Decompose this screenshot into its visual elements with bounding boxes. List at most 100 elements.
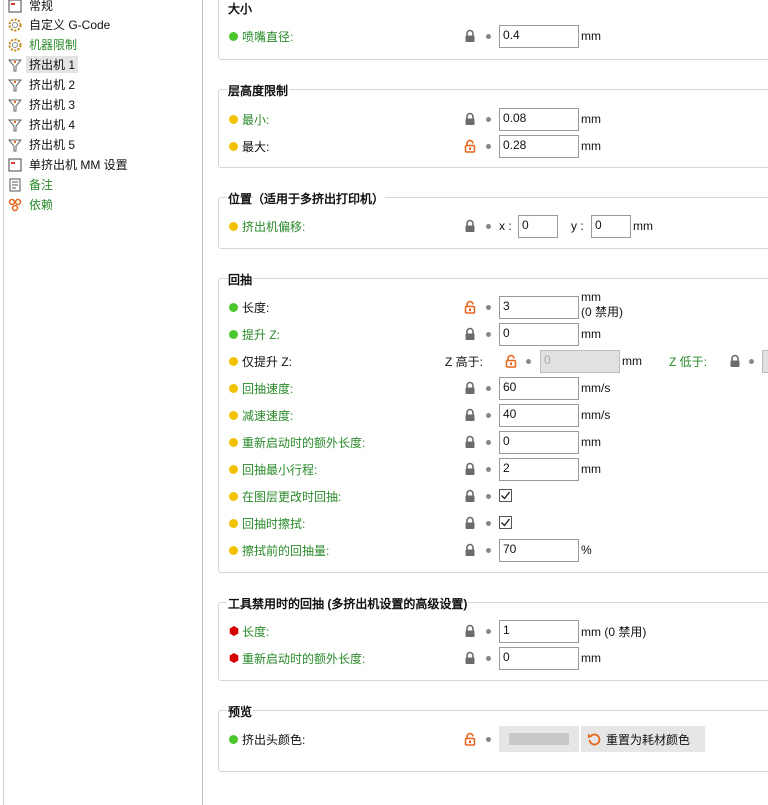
lock-closed-icon[interactable] [463, 624, 477, 638]
undo-arrow-icon [588, 733, 601, 746]
z-above-label: Z 高于: [445, 354, 483, 369]
lock-closed-icon[interactable] [463, 29, 477, 43]
tree-item-machine-limits[interactable]: 机器限制 [7, 35, 77, 54]
user-value-dot [229, 114, 238, 124]
min-travel-input[interactable]: 2 [499, 458, 579, 481]
restart-extra-input[interactable]: 0 [499, 431, 579, 454]
retract-length-input[interactable]: 3 [499, 296, 579, 319]
restart-extra-label: 重新启动时的额外长度: [242, 435, 366, 450]
user-value-dot [229, 491, 238, 501]
bullet-icon [486, 34, 491, 39]
bullet-icon [486, 494, 491, 499]
retract-layer-change-checkbox[interactable] [499, 489, 512, 502]
printer-icon [7, 0, 23, 14]
retract-speed-row: 回抽速度: 60 mm/s [219, 376, 768, 400]
extruder-icon [7, 97, 23, 113]
deretract-speed-input[interactable]: 40 [499, 404, 579, 427]
lock-closed-icon[interactable] [463, 112, 477, 126]
retract-length-label: 长度: [242, 300, 270, 315]
lift-z-input[interactable]: 0 [499, 323, 579, 346]
max-layer-input[interactable]: 0.28 [499, 135, 579, 158]
toolchange-length-label: 长度: [242, 624, 270, 639]
group-retraction: 回抽 长度: 3 mm (0 禁用) 提升 Z: 0 mm 仅提升 Z: Z 高… [218, 271, 768, 573]
user-value-dot [229, 518, 238, 528]
gcode-cog-icon [7, 17, 23, 33]
tree-item-extruder-2[interactable]: 挤出机 2 [7, 75, 75, 94]
unit-label: mm [581, 112, 601, 126]
retract-length-row: 长度: 3 mm (0 禁用) [219, 290, 768, 319]
user-value-dot [229, 141, 238, 151]
lock-closed-icon[interactable] [463, 651, 477, 665]
tree-item-general[interactable]: 常规 [7, 0, 53, 15]
group-layer-height-limits: 层高度限制 最小: 0.08 mm 最大: 0.28 mm [218, 82, 768, 168]
tree-item-extruder-1[interactable]: 挤出机 1 [7, 55, 79, 74]
wipe-label: 回抽时擦拭: [242, 516, 306, 531]
lock-closed-icon[interactable] [463, 327, 477, 341]
lock-open-icon[interactable] [463, 300, 477, 314]
tree-item-dependencies[interactable]: 依赖 [7, 195, 53, 214]
lock-closed-icon[interactable] [463, 516, 477, 530]
wipe-row: 回抽时擦拭: [219, 511, 768, 535]
user-value-dot [229, 383, 238, 393]
lock-closed-icon[interactable] [463, 489, 477, 503]
tree-item-extruder-4[interactable]: 挤出机 4 [7, 115, 75, 134]
lock-closed-icon[interactable] [463, 462, 477, 476]
tree-item-extruder-5[interactable]: 挤出机 5 [7, 135, 75, 154]
retract-speed-input[interactable]: 60 [499, 377, 579, 400]
user-value-dot [229, 356, 238, 366]
tree-item-single-extruder-mm[interactable]: 单挤出机 MM 设置 [7, 155, 128, 174]
offset-y-input[interactable]: 0 [591, 215, 631, 238]
offset-x-input[interactable]: 0 [518, 215, 558, 238]
color-picker-button[interactable] [499, 726, 579, 752]
system-value-dot [229, 31, 238, 41]
toolchange-length-input[interactable]: 1 [499, 620, 579, 643]
lock-open-icon[interactable] [463, 139, 477, 153]
lock-closed-icon[interactable] [463, 543, 477, 557]
lock-closed-icon[interactable] [463, 408, 477, 422]
tree-item-extruder-3[interactable]: 挤出机 3 [7, 95, 75, 114]
nozzle-diameter-input[interactable]: 0.4 [499, 25, 579, 48]
deretract-speed-row: 减速速度: 40 mm/s [219, 403, 768, 427]
bullet-icon [486, 305, 491, 310]
lock-closed-icon[interactable] [728, 354, 742, 368]
toolchange-restart-extra-input[interactable]: 0 [499, 647, 579, 670]
only-lift-z-label: 仅提升 Z: [242, 354, 292, 369]
system-value-dot [229, 734, 238, 744]
machine-limits-cog-icon [7, 37, 23, 53]
bullet-icon [486, 117, 491, 122]
lock-closed-icon[interactable] [463, 219, 477, 233]
settings-panel: 大小 喷嘴直径: 0.4 mm 层高度限制 最小: 0.08 mm 最大: 0.… [218, 0, 768, 805]
printer-icon [7, 157, 23, 173]
bullet-icon [486, 144, 491, 149]
min-travel-row: 回抽最小行程: 2 mm [219, 457, 768, 481]
error-hex-icon [229, 626, 239, 636]
max-layer-label: 最大: [242, 139, 270, 154]
unit-label: mm [622, 354, 642, 368]
retract-before-wipe-input[interactable]: 70 [499, 539, 579, 562]
z-above-input[interactable]: 0 [540, 350, 620, 373]
unit-label: mm/s [581, 408, 611, 422]
bullet-icon [486, 413, 491, 418]
toolchange-length-row: 长度: 1 mm (0 禁用) [219, 619, 768, 643]
lock-open-icon[interactable] [504, 354, 518, 368]
min-layer-input[interactable]: 0.08 [499, 108, 579, 131]
max-layer-row: 最大: 0.28 mm [219, 134, 768, 158]
bullet-icon [486, 521, 491, 526]
lock-closed-icon[interactable] [463, 381, 477, 395]
tree-item-custom-gcode[interactable]: 自定义 G-Code [7, 15, 110, 34]
lock-closed-icon[interactable] [463, 435, 477, 449]
user-value-dot [229, 221, 238, 231]
group-preview: 预览 挤出头颜色: 重置为耗材颜色 [218, 703, 768, 772]
tree-item-notes[interactable]: 备注 [7, 175, 53, 194]
wipe-checkbox[interactable] [499, 516, 512, 529]
unit-label: mm [581, 139, 601, 153]
group-toolchange-retraction: 工具禁用时的回抽 (多挤出机设置的高级设置) 长度: 1 mm (0 禁用) 重… [218, 595, 768, 681]
user-value-dot [229, 464, 238, 474]
reset-filament-color-button[interactable]: 重置为耗材颜色 [581, 726, 705, 752]
lock-open-icon[interactable] [463, 732, 477, 746]
z-below-input[interactable] [762, 350, 768, 373]
unit-label: mm [581, 29, 601, 43]
group-title: 回抽 [227, 271, 254, 288]
extruder-icon [7, 57, 23, 73]
unit-label: mm [581, 327, 601, 341]
